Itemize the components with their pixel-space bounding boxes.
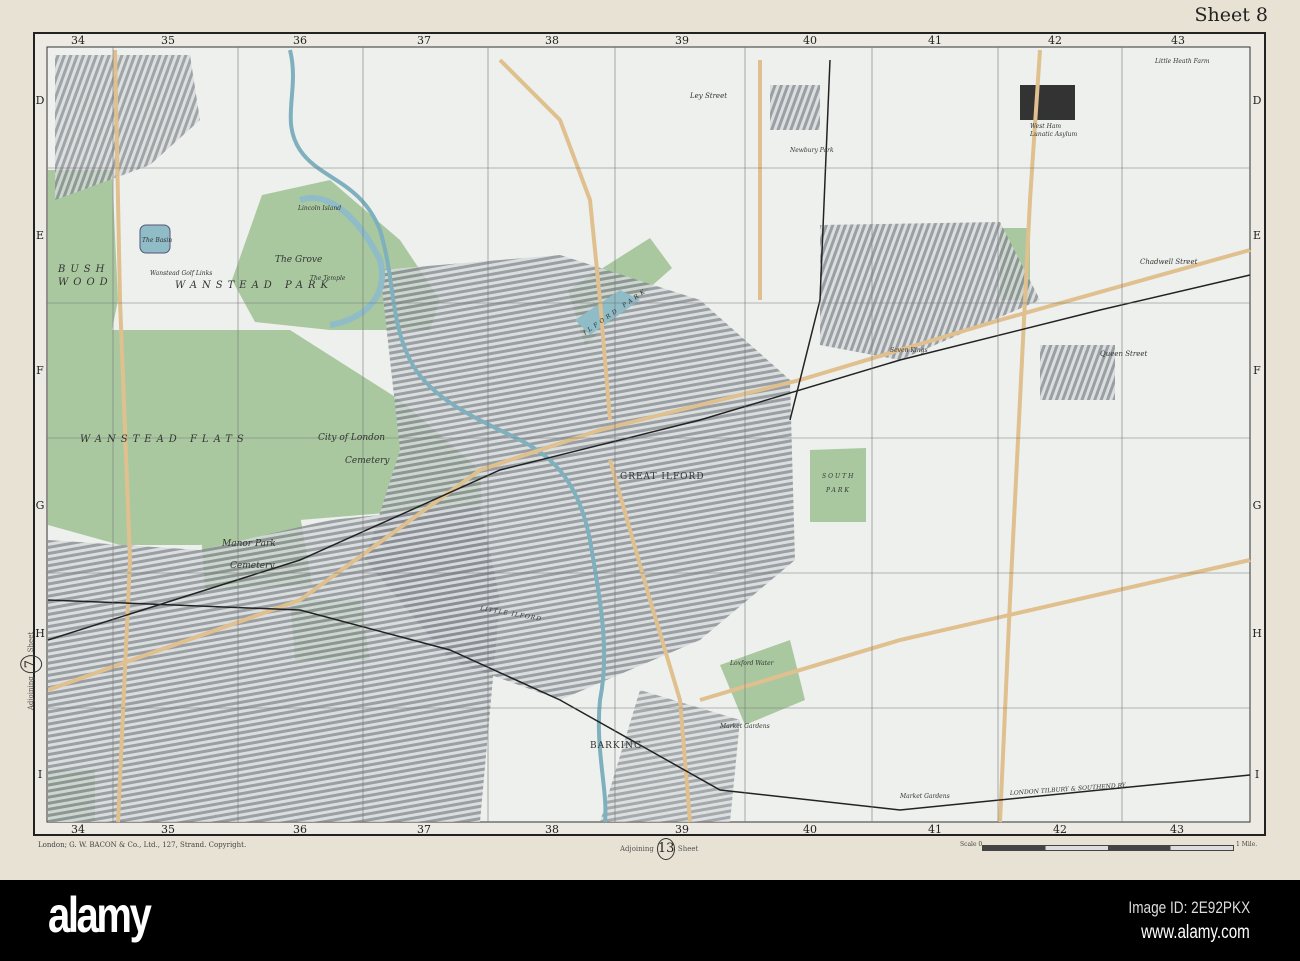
label-bush: BUSH xyxy=(57,264,109,275)
grid-col-37: 37 xyxy=(417,823,431,836)
publisher-credit: London; G. W. BACON & Co., Ltd., 127, St… xyxy=(38,841,247,849)
grid-col-42: 42 xyxy=(1048,34,1062,47)
label-manor-park: Manor Park xyxy=(221,539,276,549)
grid-col-35: 35 xyxy=(161,823,175,836)
label-the-temple: The Temple xyxy=(310,275,346,282)
label-wanstead-flats: WANSTEAD FLATS xyxy=(80,434,249,445)
grid-row-e: E xyxy=(1253,229,1261,242)
image-id: Image ID: 2E92PKX xyxy=(1128,898,1250,917)
grid-row-g: G xyxy=(1253,499,1262,512)
grid-col-38: 38 xyxy=(545,34,559,47)
label-golf-links: Wanstead Golf Links xyxy=(150,270,212,277)
sheet-word: Sheet xyxy=(677,845,699,853)
grid-row-h: H xyxy=(1252,627,1262,640)
sheet-word: Sheet xyxy=(27,631,36,653)
scale-graphic xyxy=(982,845,1234,851)
label-cemetery-city: Cemetery xyxy=(345,456,390,466)
label-city-of-london: City of London xyxy=(318,433,385,443)
adjoining-sheet-bottom: Adjoining 13 Sheet xyxy=(620,838,698,860)
grid-col-40: 40 xyxy=(803,823,817,836)
watermark-banner: alamy Image ID: 2E92PKX www.alamy.com xyxy=(0,880,1300,961)
grid-col-43: 43 xyxy=(1171,34,1185,47)
scale-end-label: 1 Mile. xyxy=(1236,841,1258,848)
label-wood: WOOD xyxy=(58,277,113,288)
scale-label: Scale 0 xyxy=(960,841,983,848)
grid-row-d: D xyxy=(1253,94,1262,107)
label-the-basin: The Basin xyxy=(142,237,172,244)
label-lincoln-island: Lincoln Island xyxy=(297,205,341,212)
scale-bar: Scale 0 1 Mile. xyxy=(960,835,1260,865)
map-sheet: 34 35 36 37 38 39 40 41 42 43 34 35 36 3… xyxy=(0,0,1300,880)
grid-col-34: 34 xyxy=(71,34,85,47)
grid-col-41: 41 xyxy=(928,34,942,47)
grid-col-36: 36 xyxy=(293,34,307,47)
label-market-gardens-1: Market Gardens xyxy=(719,723,770,730)
grid-col-37: 37 xyxy=(417,34,431,47)
asylum-buildings xyxy=(1020,85,1075,120)
adjoining-sheet-left: Adjoining 7 Sheet xyxy=(20,631,43,711)
ley-street-urban xyxy=(770,85,820,130)
label-little-heath-farm: Little Heath Farm xyxy=(1154,58,1210,65)
grid-row-e: E xyxy=(36,229,44,242)
label-queen-street: Queen Street xyxy=(1100,350,1148,358)
grid-col-36: 36 xyxy=(293,823,307,836)
label-park: PARK xyxy=(825,487,851,494)
alamy-logo: alamy xyxy=(48,887,152,943)
grid-col-39: 39 xyxy=(675,34,689,47)
grid-col-41: 41 xyxy=(928,823,942,836)
label-barking: BARKING xyxy=(590,741,642,751)
adjoining-sheet-number: 7 xyxy=(20,655,43,674)
grid-row-f: F xyxy=(1253,364,1261,377)
label-asylum-1: West Ham xyxy=(1030,123,1061,130)
grid-col-38: 38 xyxy=(545,823,559,836)
grid-col-39: 39 xyxy=(675,823,689,836)
grid-row-i: I xyxy=(38,768,42,781)
grid-row-g: G xyxy=(36,499,45,512)
grid-col-35: 35 xyxy=(161,34,175,47)
grid-row-f: F xyxy=(36,364,44,377)
map-canvas: 34 35 36 37 38 39 40 41 42 43 34 35 36 3… xyxy=(33,32,1266,836)
label-newbury-park: Newbury Park xyxy=(789,147,834,154)
adjoining-word: Adjoining xyxy=(620,845,654,853)
label-asylum-2: Lunatic Asylum xyxy=(1029,131,1077,138)
label-great-ilford: GREAT ILFORD xyxy=(620,472,705,482)
grid-row-i: I xyxy=(1255,768,1259,781)
watermark-url: www.alamy.com xyxy=(1141,922,1250,943)
south-park-area xyxy=(810,448,866,522)
label-cemetery-manor: Cemetery xyxy=(230,561,275,571)
label-ley-street: Ley Street xyxy=(689,92,727,100)
adjoining-word: Adjoining xyxy=(27,676,36,711)
grid-col-34: 34 xyxy=(71,823,85,836)
label-the-grove: The Grove xyxy=(275,255,322,265)
label-seven-kings: Seven Kings xyxy=(890,347,928,354)
sheet-title: Sheet 8 xyxy=(1194,4,1268,26)
grid-row-d: D xyxy=(36,94,45,107)
adjoining-sheet-number: 13 xyxy=(656,838,675,860)
label-market-gardens-2: Market Gardens xyxy=(899,793,950,800)
grid-col-40: 40 xyxy=(803,34,817,47)
label-chadwell-street: Chadwell Street xyxy=(1140,258,1198,266)
label-loxford-water: Loxford Water xyxy=(729,660,775,667)
label-south: SOUTH xyxy=(822,473,855,480)
